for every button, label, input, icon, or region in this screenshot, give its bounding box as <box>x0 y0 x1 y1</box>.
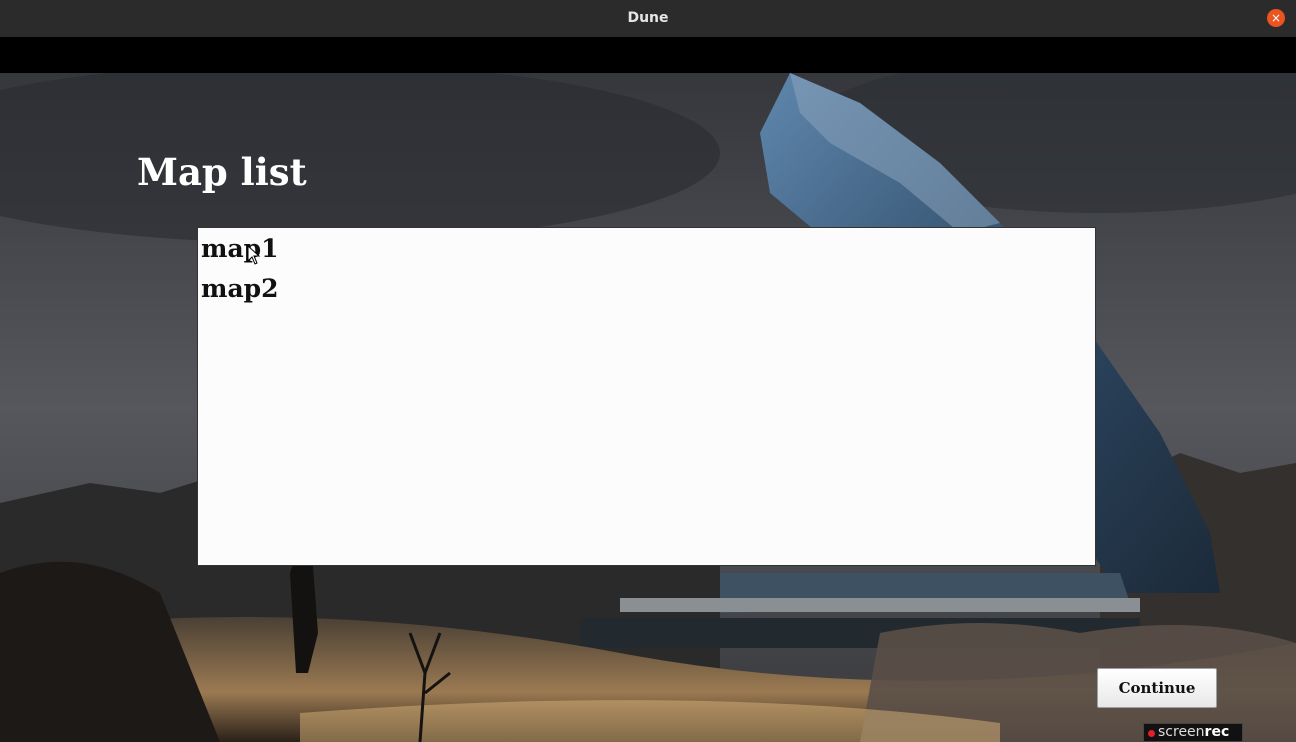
page-title: Map list <box>137 150 307 194</box>
continue-button[interactable]: Continue <box>1097 668 1217 708</box>
map-list-item[interactable]: map1 <box>201 233 1092 273</box>
screenrec-watermark: screenrec <box>1143 723 1243 742</box>
window-titlebar: Dune × <box>0 0 1296 37</box>
map-list[interactable]: map1 map2 <box>197 227 1096 566</box>
window-title: Dune <box>627 10 669 26</box>
mouse-pointer-icon <box>247 245 261 265</box>
top-black-strip <box>0 37 1296 73</box>
close-icon[interactable]: × <box>1267 9 1285 27</box>
map-list-item[interactable]: map2 <box>201 273 1092 313</box>
watermark-text: screen <box>1158 724 1205 740</box>
watermark-text-bold: rec <box>1204 724 1230 740</box>
record-dot-icon <box>1148 730 1155 737</box>
